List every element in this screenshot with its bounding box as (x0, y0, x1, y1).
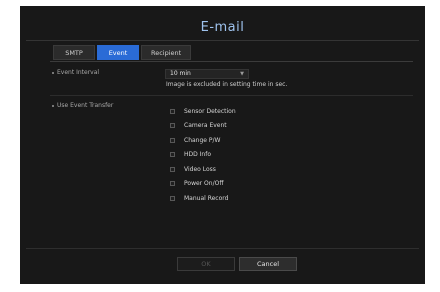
option-label: Manual Record (184, 194, 229, 202)
event-interval-label: Event Interval (52, 69, 99, 76)
tabs-divider (50, 61, 413, 62)
tab-event[interactable]: Event (97, 45, 139, 60)
tab-bar: SMTP Event Recipient (53, 45, 193, 61)
use-event-transfer-label-text: Use Event Transfer (57, 102, 114, 109)
option-label: Change P/W (184, 136, 221, 144)
section-divider (50, 95, 413, 96)
option-video-loss[interactable]: Video Loss (170, 162, 236, 177)
option-label: Sensor Detection (184, 107, 236, 115)
tab-recipient[interactable]: Recipient (141, 45, 191, 60)
option-hdd-info[interactable]: HDD Info (170, 148, 236, 163)
option-manual-record[interactable]: Manual Record (170, 191, 236, 206)
bullet-icon (52, 104, 54, 107)
checkbox[interactable] (170, 166, 175, 172)
option-label: Video Loss (184, 165, 216, 173)
option-camera-event[interactable]: Camera Event (170, 119, 236, 134)
footer-divider (26, 248, 419, 249)
checkbox[interactable] (170, 152, 175, 158)
checkbox[interactable] (170, 108, 175, 114)
event-interval-select[interactable]: 10 min ▼ (165, 69, 249, 79)
title-divider (26, 40, 419, 41)
event-interval-label-text: Event Interval (57, 69, 100, 76)
option-label: Camera Event (184, 122, 227, 130)
ok-button[interactable]: OK (177, 257, 235, 271)
option-label: Power On/Off (184, 180, 224, 188)
option-change-pw[interactable]: Change P/W (170, 133, 236, 148)
checkbox[interactable] (170, 181, 175, 187)
event-interval-value: 10 min (170, 70, 191, 77)
event-transfer-options: Sensor Detection Camera Event Change P/W… (170, 104, 236, 206)
email-dialog: E-mail SMTP Event Recipient Event Interv… (20, 6, 425, 284)
event-interval-note: Image is excluded in setting time in sec… (166, 81, 288, 88)
chevron-down-icon: ▼ (240, 71, 244, 77)
checkbox[interactable] (170, 195, 175, 201)
use-event-transfer-label: Use Event Transfer (52, 102, 113, 109)
option-sensor-detection[interactable]: Sensor Detection (170, 104, 236, 119)
checkbox[interactable] (170, 137, 175, 143)
tab-smtp[interactable]: SMTP (53, 45, 95, 60)
option-label: HDD Info (184, 151, 212, 159)
checkbox[interactable] (170, 123, 175, 129)
cancel-button[interactable]: Cancel (239, 257, 297, 271)
bullet-icon (52, 71, 54, 74)
option-power-on-off[interactable]: Power On/Off (170, 177, 236, 192)
dialog-title: E-mail (200, 20, 245, 35)
